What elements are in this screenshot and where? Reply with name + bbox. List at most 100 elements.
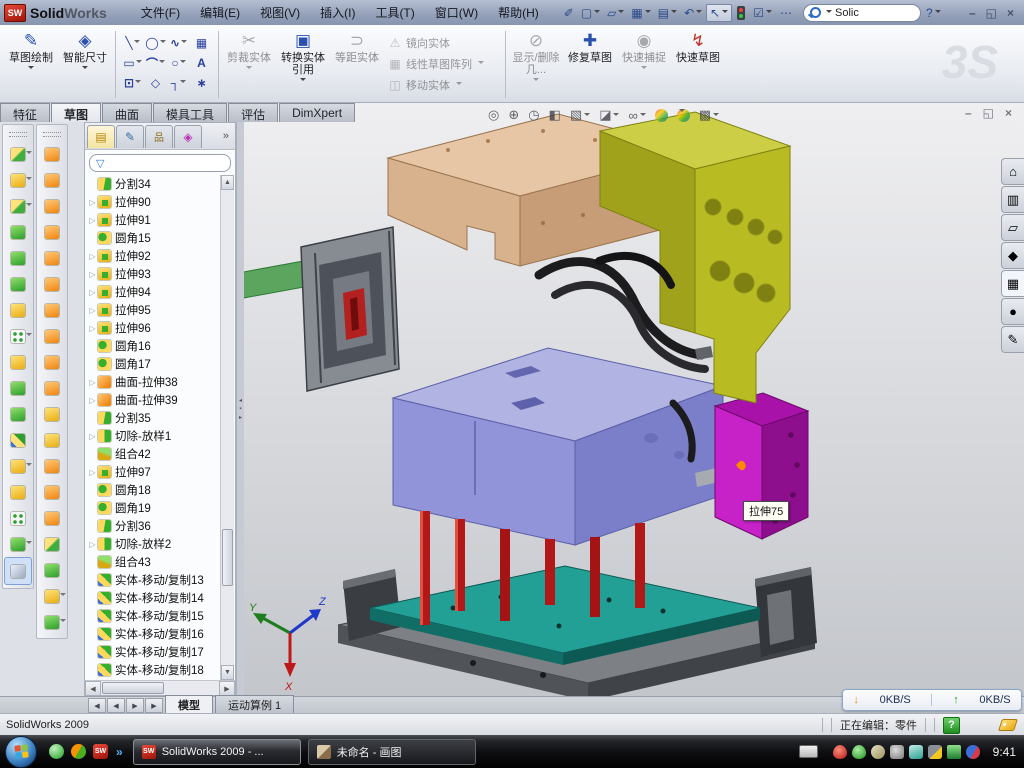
scrollbar-thumb[interactable]	[102, 682, 164, 694]
tree-item[interactable]: 圆角15	[87, 229, 235, 247]
ellipse-tool-icon[interactable]: ○	[167, 53, 190, 73]
file-explorer-tab[interactable]: ▱	[1001, 214, 1024, 241]
spline-tool-icon[interactable]: ∿	[167, 33, 190, 53]
security-shield-tray-icon[interactable]	[852, 745, 866, 759]
expand-arrow-icon[interactable]: ▷	[87, 540, 98, 549]
restore-button[interactable]: ◱	[986, 6, 997, 20]
toolbox-tab[interactable]: ◆	[1001, 242, 1024, 269]
tree-item[interactable]: 分割36	[87, 517, 235, 535]
tree-item[interactable]: 圆角16	[87, 337, 235, 355]
expand-arrow-icon[interactable]: ▷	[87, 252, 98, 261]
menu-item[interactable]: 编辑(E)	[190, 1, 250, 24]
scroll-right-icon[interactable]: ▶	[219, 681, 235, 696]
tab-motion-study[interactable]: 运动算例 1	[215, 695, 294, 714]
menu-item[interactable]: 文件(F)	[131, 1, 190, 24]
tab-sketch[interactable]: 草图	[51, 103, 101, 122]
help-button[interactable]: ?	[923, 5, 944, 21]
arc-tool-icon[interactable]: ⌒	[144, 53, 167, 73]
circle-tool-icon[interactable]: ◯	[144, 33, 167, 53]
convert-entities-button[interactable]: ▣转换实体引用	[276, 27, 330, 102]
quick-launch-chevron[interactable]: »	[116, 745, 123, 759]
options-button[interactable]: ☑	[750, 5, 775, 21]
tree-item[interactable]: ▷ 拉伸92	[87, 247, 235, 265]
text-tool-icon[interactable]: A	[190, 53, 213, 73]
new-document-button[interactable]: ▢	[578, 5, 603, 21]
propertymanager-tab[interactable]: ✎	[116, 125, 144, 148]
menu-item[interactable]: 视图(V)	[250, 1, 310, 24]
tree-item[interactable]: ▷ 切除-放样1	[87, 427, 235, 445]
view-palette-tab[interactable]: ▦	[1001, 270, 1024, 297]
more-tools-button[interactable]: ⋯	[777, 5, 795, 21]
dimxpertmanager-tab[interactable]: ◈	[174, 125, 202, 148]
apply-scene-icon[interactable]	[677, 109, 690, 122]
expand-arrow-icon[interactable]: ▷	[87, 270, 98, 279]
search-input[interactable]: Solic	[803, 4, 921, 22]
polygon-tool-icon[interactable]: ◇	[144, 73, 167, 93]
view-orientation-icon[interactable]: ▧	[570, 107, 590, 123]
delete-body-icon[interactable]	[5, 479, 31, 505]
edit-appearance-icon[interactable]	[655, 109, 668, 122]
quick-snaps-button[interactable]: ◉快速捕捉	[617, 27, 671, 102]
display-style-icon[interactable]: ◪	[599, 107, 619, 123]
fillet-icon[interactable]	[5, 193, 31, 219]
linear-sketch-pattern-item[interactable]: ▦线性草图阵列	[388, 56, 498, 72]
suite-icon[interactable]	[71, 744, 86, 759]
step-forward-button[interactable]: ▶	[126, 698, 144, 713]
tree-item[interactable]: 实体-移动/复制14	[87, 589, 235, 607]
zoom-fit-icon[interactable]: ◎	[488, 107, 499, 123]
rib-icon[interactable]	[5, 271, 31, 297]
menu-item[interactable]: 插入(I)	[310, 1, 365, 24]
doc-minimize-button[interactable]: –	[965, 106, 972, 120]
doc-close-button[interactable]: ×	[1005, 106, 1012, 120]
revolve-boss-icon[interactable]	[5, 141, 31, 167]
update-badge-tray-icon[interactable]	[871, 745, 885, 759]
extruded-surface-icon[interactable]	[39, 141, 65, 167]
move-copy-body-icon[interactable]	[5, 427, 31, 453]
tree-item[interactable]: ▷ 拉伸96	[87, 319, 235, 337]
display-delete-relations-button[interactable]: ⊘显示/删除几...	[509, 27, 563, 102]
appearances-tab[interactable]: ●	[1001, 298, 1024, 325]
menu-item[interactable]: 窗口(W)	[425, 1, 488, 24]
tab-surfaces[interactable]: 曲面	[102, 103, 152, 122]
extruded-cut-icon[interactable]	[5, 167, 31, 193]
smart-dimension-button[interactable]: ◈智能尺寸	[58, 27, 112, 102]
tree-item[interactable]: 圆角18	[87, 481, 235, 499]
expand-arrow-icon[interactable]: ▷	[87, 468, 98, 477]
rectangle-tool-icon[interactable]: ▭	[121, 53, 144, 73]
point-tool-icon[interactable]: ∗	[190, 73, 213, 93]
knit-surface-icon[interactable]	[39, 505, 65, 531]
tree-item[interactable]: 实体-移动/复制18	[87, 661, 235, 679]
tree-item[interactable]: 分割35	[87, 409, 235, 427]
menu-item[interactable]: 帮助(H)	[488, 1, 549, 24]
line-tool-icon[interactable]: ╲	[121, 33, 144, 53]
mirror-bodies-icon[interactable]	[5, 349, 31, 375]
step-back-button[interactable]: ◀	[107, 698, 125, 713]
swept-boss-icon[interactable]	[5, 219, 31, 245]
jump-start-button[interactable]: ◀	[88, 698, 106, 713]
minimize-button[interactable]: –	[969, 6, 976, 20]
curve-tool-icon[interactable]	[5, 531, 31, 557]
network-warning-tray-icon[interactable]	[928, 745, 942, 759]
tree-item[interactable]: ▷ 拉伸97	[87, 463, 235, 481]
linear-pattern-icon[interactable]	[5, 323, 31, 349]
print-button[interactable]: ▤	[655, 5, 680, 21]
planar-surface-icon[interactable]	[39, 297, 65, 323]
replace-face-icon[interactable]	[39, 531, 65, 557]
pin-icon[interactable]: ✐	[561, 5, 577, 21]
trim-entities-button[interactable]: ✂剪裁实体	[222, 27, 276, 102]
scrollbar-thumb[interactable]	[222, 529, 233, 586]
select-button[interactable]: ↖	[706, 4, 732, 22]
signal-tray-icon[interactable]	[909, 745, 923, 759]
messenger-icon[interactable]	[49, 744, 64, 759]
taskbar-clock[interactable]: 9:41	[993, 745, 1016, 759]
close-button[interactable]: ×	[1007, 6, 1014, 20]
undo-button[interactable]: ↶	[681, 5, 705, 21]
tree-item[interactable]: 组合43	[87, 553, 235, 571]
menu-item[interactable]: 工具(T)	[365, 1, 424, 24]
freeform-icon[interactable]	[39, 583, 65, 609]
untrim-surface-icon[interactable]	[39, 479, 65, 505]
design-library-tab[interactable]: ▥	[1001, 186, 1024, 213]
tree-item[interactable]: 实体-移动/复制17	[87, 643, 235, 661]
scroll-left-icon[interactable]: ◀	[85, 681, 101, 696]
start-button[interactable]	[5, 736, 37, 768]
